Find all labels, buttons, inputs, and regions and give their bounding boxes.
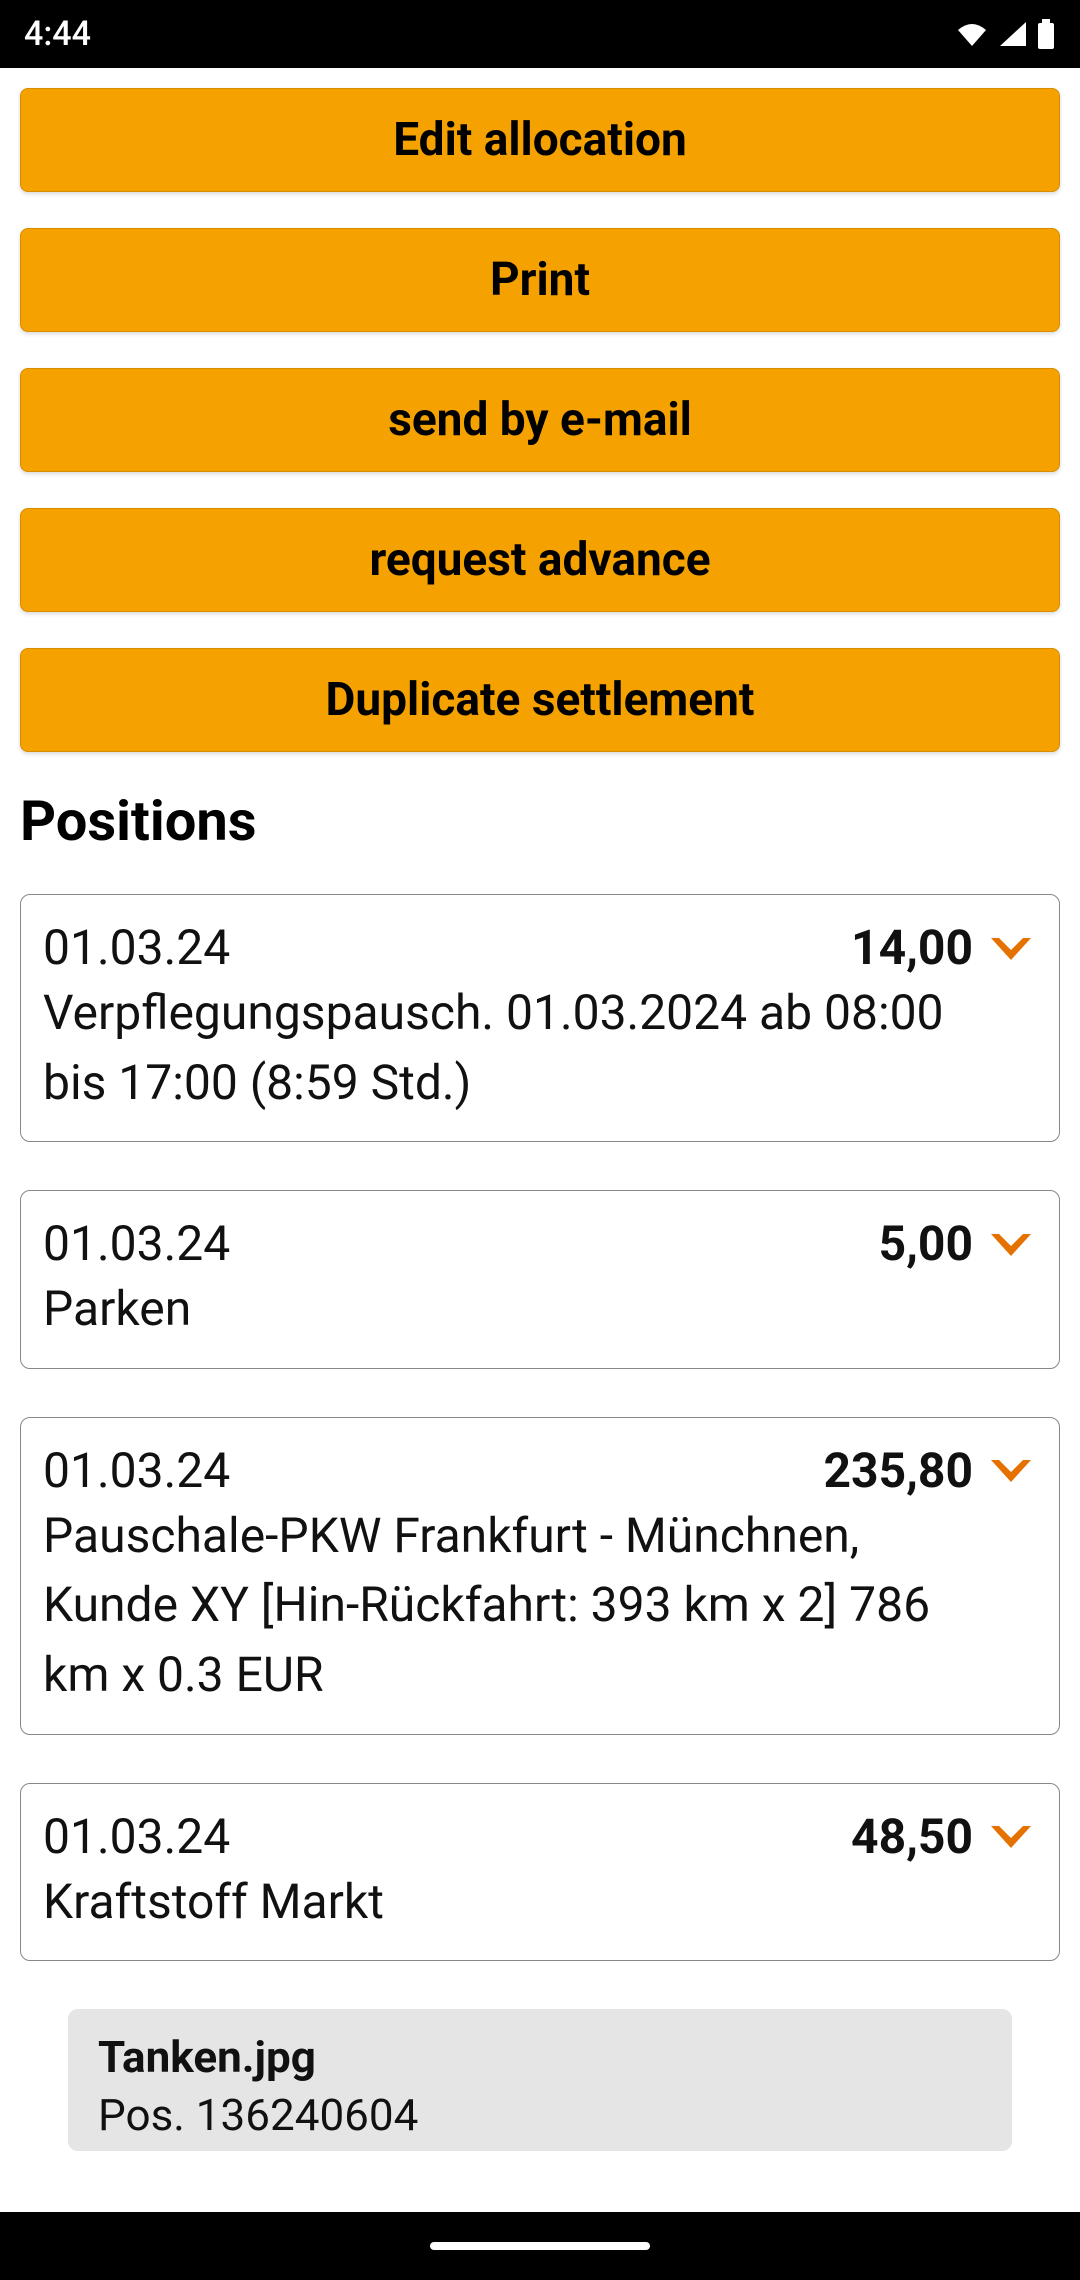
chevron-down-icon[interactable] [985,1444,1037,1496]
position-amount: 14,00 [851,919,973,976]
nav-bar [0,2212,1080,2280]
position-card[interactable]: 01.03.24 235,80 Pauschale-PKW Frankfurt … [20,1417,1060,1735]
position-date: 01.03.24 [43,1215,230,1272]
attachment-card[interactable]: Tanken.jpg Pos. 136240604 [68,2009,1012,2151]
button-label: send by e-mail [388,393,692,447]
status-bar: 4:44 [0,0,1080,68]
position-date: 01.03.24 [43,1442,230,1499]
wifi-icon [954,20,990,48]
button-label: Print [490,253,590,307]
edit-allocation-button[interactable]: Edit allocation [20,88,1060,192]
chevron-down-icon[interactable] [985,1810,1037,1862]
position-amount: 235,80 [823,1442,973,1499]
position-description: Kraftstoff Markt [43,1867,957,1937]
button-label: request advance [369,533,710,587]
button-label: Edit allocation [393,113,687,167]
status-time: 4:44 [24,14,91,54]
battery-icon [1036,19,1056,49]
position-date: 01.03.24 [43,919,230,976]
main-content: Edit allocation Print send by e-mail req… [0,68,1080,2212]
signal-icon [998,20,1028,48]
position-description: Pauschale-PKW Frankfurt - Münchnen, Kund… [43,1501,957,1710]
button-label: Duplicate settlement [326,673,755,727]
chevron-down-icon[interactable] [985,1218,1037,1270]
duplicate-settlement-button[interactable]: Duplicate settlement [20,648,1060,752]
position-card[interactable]: 01.03.24 48,50 Kraftstoff Markt [20,1783,1060,1962]
position-card[interactable]: 01.03.24 14,00 Verpflegungspausch. 01.03… [20,894,1060,1142]
print-button[interactable]: Print [20,228,1060,332]
position-card[interactable]: 01.03.24 5,00 Parken [20,1190,1060,1369]
attachment-filename: Tanken.jpg [98,2031,982,2083]
position-amount: 5,00 [879,1215,973,1272]
position-amount: 48,50 [851,1808,973,1865]
chevron-down-icon[interactable] [985,922,1037,974]
send-email-button[interactable]: send by e-mail [20,368,1060,472]
request-advance-button[interactable]: request advance [20,508,1060,612]
position-date: 01.03.24 [43,1808,230,1865]
position-description: Parken [43,1274,957,1344]
home-indicator[interactable] [430,2242,650,2250]
position-description: Verpflegungspausch. 01.03.2024 ab 08:00 … [43,978,957,1117]
status-icons [954,19,1056,49]
positions-heading: Positions [20,788,1060,854]
attachment-subline: Pos. 136240604 [98,2089,982,2141]
